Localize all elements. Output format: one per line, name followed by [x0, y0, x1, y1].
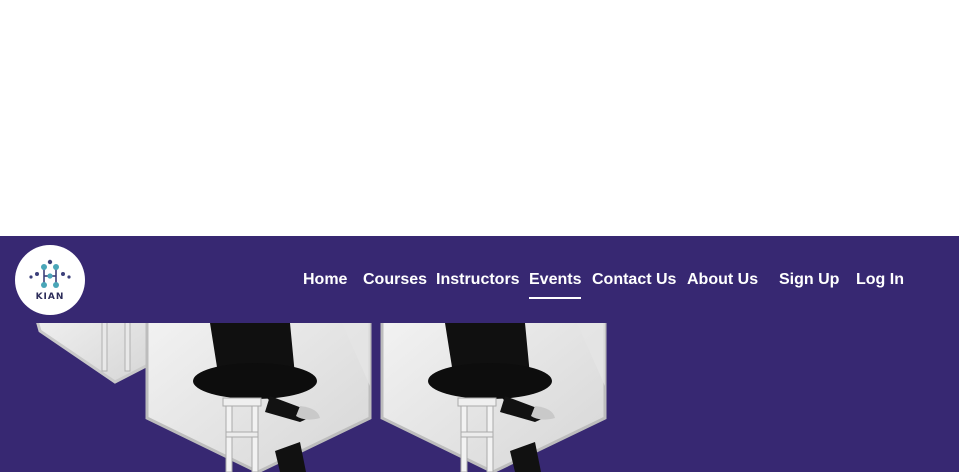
page-blank-area	[0, 0, 959, 236]
nav-about-us[interactable]: About Us	[687, 271, 758, 289]
nav-home[interactable]: Home	[303, 271, 347, 289]
main-navbar: KIAN Home Courses Instructors Events Con…	[0, 236, 959, 323]
log-in-link[interactable]: Log In	[856, 271, 904, 289]
nav-contact-us[interactable]: Contact Us	[592, 271, 676, 289]
primary-navigation: Home Courses Instructors Events Contact …	[0, 236, 959, 323]
nav-events[interactable]: Events	[529, 271, 582, 299]
sign-up-link[interactable]: Sign Up	[779, 271, 839, 289]
nav-courses[interactable]: Courses	[363, 271, 427, 289]
nav-instructors[interactable]: Instructors	[436, 271, 520, 289]
